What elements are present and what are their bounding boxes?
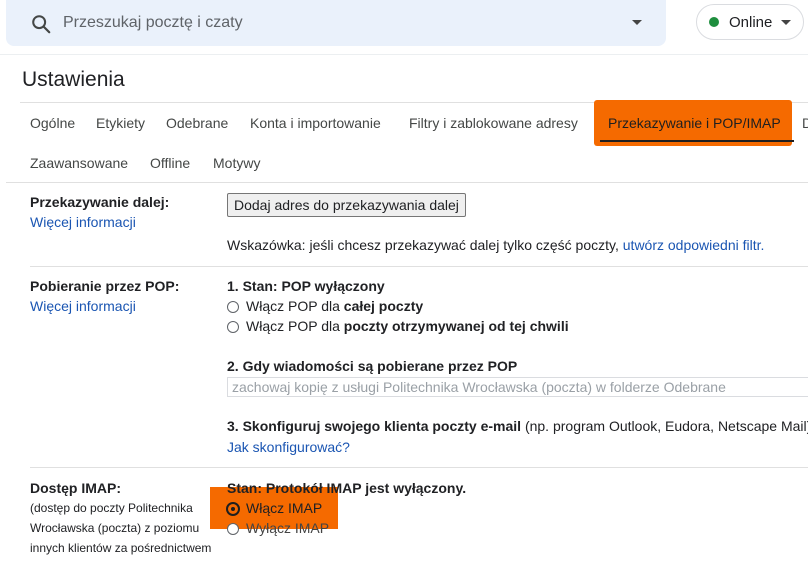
tab-labels[interactable]: Etykiety: [96, 115, 145, 131]
pop-step3: 3. Skonfiguruj swojego klienta poczty e-…: [227, 418, 808, 434]
imap-label: Dostęp IMAP:: [30, 480, 121, 496]
section-divider: [30, 467, 808, 468]
pop-action-select[interactable]: zachowaj kopię z usługi Politechnika Wro…: [227, 377, 808, 397]
tab-accounts[interactable]: Konta i importowanie: [250, 115, 381, 131]
tab-forwarding-pop-imap[interactable]: Przekazywanie i POP/IMAP: [608, 115, 781, 131]
create-filter-link[interactable]: utwórz odpowiedni filtr.: [623, 237, 765, 253]
tab-advanced[interactable]: Zaawansowane: [30, 155, 128, 171]
imap-description-line: innych klientów za pośrednictwem: [30, 541, 212, 555]
forwarding-label: Przekazywanie dalej:: [30, 194, 170, 210]
tab-themes[interactable]: Motywy: [213, 155, 260, 171]
forwarding-more-info-link[interactable]: Więcej informacji: [30, 214, 136, 230]
pop-label: Pobieranie przez POP:: [30, 278, 180, 294]
pop-new-mail-radio[interactable]: [227, 321, 239, 333]
search-options-chevron-down-icon[interactable]: [632, 20, 642, 25]
pop-all-mail-radio[interactable]: [227, 301, 239, 313]
imap-status: Stan: Protokół IMAP jest wyłączony.: [227, 480, 467, 496]
how-to-configure-link[interactable]: Jak skonfigurować?: [227, 439, 350, 455]
pop-more-info-link[interactable]: Więcej informacji: [30, 298, 136, 314]
forwarding-hint: Wskazówka: jeśli chcesz przekazywać dale…: [227, 237, 764, 253]
section-divider: [30, 266, 808, 267]
tab-filters[interactable]: Filtry i zablokowane adresy: [409, 115, 578, 131]
pop-all-mail-option[interactable]: Włącz POP dla całej poczty: [246, 298, 423, 314]
search-bar[interactable]: Przeszukaj pocztę i czaty: [6, 0, 666, 46]
pop-action-selected-value: zachowaj kopię z usługi Politechnika Wro…: [232, 379, 726, 395]
pop-status: 1. Stan: POP wyłączony: [227, 278, 385, 294]
imap-enable-option[interactable]: Włącz IMAP: [246, 500, 322, 516]
pop-option2-bold: poczty otrzymywanej od tej chwili: [343, 318, 569, 334]
tab-addons-partial[interactable]: D: [802, 115, 808, 131]
imap-disable-radio[interactable]: [227, 523, 239, 535]
page-title: Ustawienia: [22, 68, 125, 91]
pop-step2-heading: 2. Gdy wiadomości są pobierane przez POP: [227, 358, 518, 374]
pop-option2-prefix: Włącz POP dla: [246, 318, 344, 334]
pop-new-mail-option[interactable]: Włącz POP dla poczty otrzymywanej od tej…: [246, 318, 569, 334]
tabs-divider: [6, 182, 808, 183]
search-input[interactable]: Przeszukaj pocztę i czaty: [63, 14, 243, 32]
chevron-down-icon: [781, 20, 791, 25]
imap-description-line: (dostęp do poczty Politechnika: [30, 501, 193, 515]
pop-option1-bold: całej poczty: [343, 298, 424, 314]
online-status-dot-icon: [709, 17, 719, 27]
active-tab-underline: [600, 140, 794, 142]
header-divider: [0, 54, 808, 55]
imap-enable-radio[interactable]: [226, 502, 240, 516]
tab-inbox[interactable]: Odebrane: [166, 115, 228, 131]
imap-description-line: Wrocławska (poczta) z poziomu: [30, 521, 200, 535]
imap-disable-option[interactable]: Wyłącz IMAP: [246, 520, 329, 536]
forwarding-hint-text: Wskazówka: jeśli chcesz przekazywać dale…: [227, 237, 623, 253]
tab-general[interactable]: Ogólne: [30, 115, 75, 131]
add-forwarding-address-button[interactable]: Dodaj adres do przekazywania dalej: [227, 193, 466, 217]
tab-offline[interactable]: Offline: [150, 155, 190, 171]
pop-option1-prefix: Włącz POP dla: [246, 298, 344, 314]
pop-step3-heading: 3. Skonfiguruj swojego klienta poczty e-…: [227, 418, 522, 434]
radio-selected-dot-icon: [231, 507, 235, 511]
search-icon[interactable]: [30, 13, 52, 35]
status-label: Online: [729, 14, 773, 31]
pop-step3-text: (np. program Outlook, Eudora, Netscape M…: [521, 418, 808, 434]
status-dropdown[interactable]: Online: [696, 4, 804, 40]
